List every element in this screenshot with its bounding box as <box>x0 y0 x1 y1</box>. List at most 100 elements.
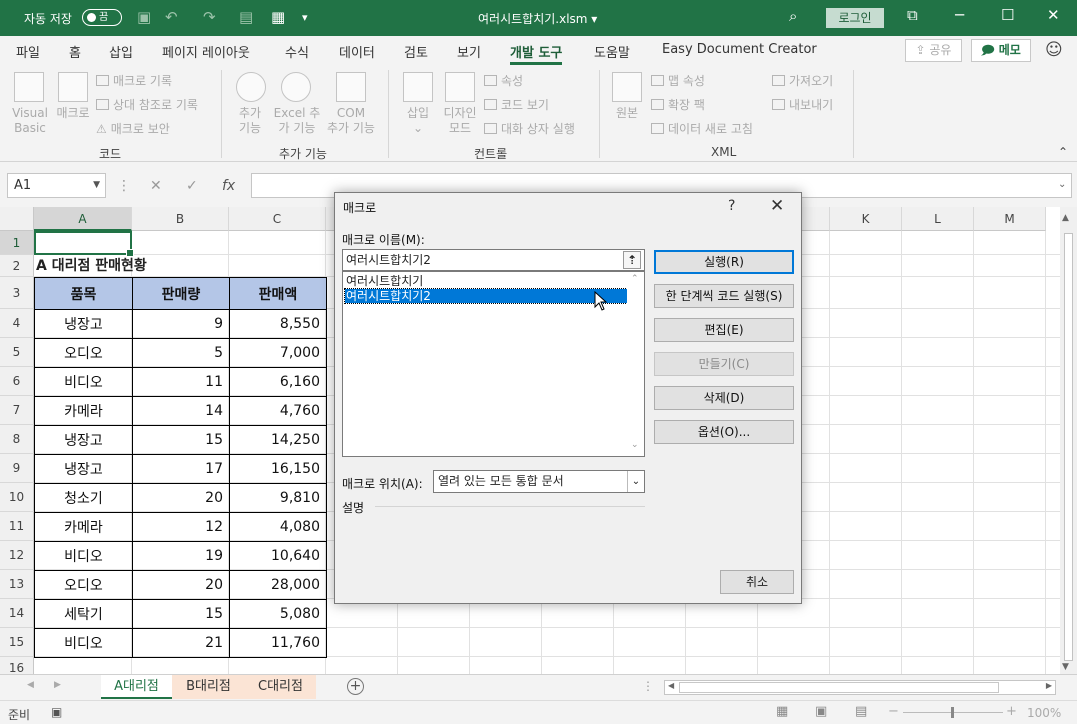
row-header[interactable]: 8 <box>0 425 34 454</box>
column-header[interactable]: M <box>974 207 1046 231</box>
row-header[interactable]: 10 <box>0 483 34 512</box>
row-header[interactable]: 13 <box>0 570 34 599</box>
table-header-cell[interactable]: 품목 <box>34 277 133 310</box>
scroll-thumb[interactable] <box>1064 233 1073 661</box>
tab-formulas[interactable]: 수식 <box>285 42 309 61</box>
table-cell[interactable]: 28,000 <box>229 570 327 600</box>
list-scroll-up-icon[interactable]: ⌃ <box>631 274 639 284</box>
zoom-slider-thumb[interactable] <box>951 707 954 718</box>
zoom-in-icon[interactable]: + <box>1006 704 1017 719</box>
upload-arrow-icon[interactable]: ⇡ <box>623 251 641 269</box>
row-header[interactable]: 16 <box>0 657 34 674</box>
scroll-left-icon[interactable]: ◀ <box>668 681 674 690</box>
tab-developer[interactable]: 개발 도구 <box>510 42 563 65</box>
table-cell[interactable]: 15 <box>132 425 230 455</box>
macro-record-status-icon[interactable]: ▣ <box>51 705 62 719</box>
column-header[interactable]: C <box>229 207 326 231</box>
scroll-right-icon[interactable]: ▶ <box>1046 681 1052 690</box>
login-button[interactable]: 로그인 <box>826 8 884 28</box>
sheet-tab-a[interactable]: A대리점 <box>101 675 172 699</box>
column-header[interactable]: L <box>902 207 974 231</box>
table-cell[interactable]: 9 <box>132 309 230 339</box>
table-header-cell[interactable]: 판매액 <box>229 277 327 310</box>
tab-data[interactable]: 데이터 <box>339 42 375 61</box>
insert-function-icon[interactable]: fx <box>222 178 235 194</box>
options-button[interactable]: 옵션(O)... <box>654 420 794 444</box>
page-break-view-icon[interactable]: ▤ <box>855 704 867 719</box>
minimize-icon[interactable]: ─ <box>955 6 964 24</box>
tab-easy-document-creator[interactable]: Easy Document Creator <box>662 42 817 57</box>
table-cell[interactable]: 비디오 <box>34 367 133 397</box>
customize-qat-icon[interactable]: ▾ <box>302 11 308 24</box>
list-scrollbar[interactable]: ⌃ ⌄ <box>627 272 644 456</box>
table-cell[interactable]: 청소기 <box>34 483 133 513</box>
chevron-down-icon[interactable]: ⌄ <box>627 471 644 492</box>
search-icon[interactable]: ⌕ <box>789 7 797 25</box>
table-cell[interactable]: 4,760 <box>229 396 327 426</box>
tab-review[interactable]: 검토 <box>404 42 428 61</box>
tab-help[interactable]: 도움말 <box>594 42 630 61</box>
table-cell[interactable]: 냉장고 <box>34 425 133 455</box>
table-cell[interactable]: 12 <box>132 512 230 542</box>
next-sheet-icon[interactable]: ▶ <box>54 680 61 690</box>
row-header[interactable]: 9 <box>0 454 34 483</box>
row-header[interactable]: 5 <box>0 338 34 367</box>
maximize-icon[interactable]: ☐ <box>1001 6 1014 24</box>
feedback-smile-icon[interactable]: ☺ <box>1045 40 1063 60</box>
row-header[interactable]: 14 <box>0 599 34 628</box>
export-button[interactable]: 내보내기 <box>772 96 833 113</box>
chevron-down-icon[interactable]: ▼ <box>93 174 100 197</box>
table-cell[interactable]: 6,160 <box>229 367 327 397</box>
table-cell[interactable]: 11,760 <box>229 628 327 658</box>
table-cell[interactable]: 16,150 <box>229 454 327 484</box>
collapse-ribbon-icon[interactable]: ⌃ <box>1058 145 1068 159</box>
cancel-entry-icon[interactable]: ✕ <box>150 178 162 194</box>
memo-button[interactable]: 🗩 메모 <box>971 39 1031 62</box>
table-header-cell[interactable]: 판매량 <box>132 277 230 310</box>
expand-formula-bar-icon[interactable]: ⌄ <box>1058 179 1066 190</box>
h-scroll-thumb[interactable] <box>679 682 999 693</box>
share-button[interactable]: ⇪ 공유 <box>905 39 962 62</box>
tab-split-icon[interactable]: ⋮ <box>642 679 654 693</box>
table-cell[interactable]: 7,000 <box>229 338 327 368</box>
tab-page-layout[interactable]: 페이지 레이아웃 <box>162 42 250 61</box>
table-cell[interactable]: 10,640 <box>229 541 327 571</box>
tab-insert[interactable]: 삽입 <box>109 42 133 61</box>
row-header[interactable]: 7 <box>0 396 34 425</box>
name-box[interactable]: A1 ▼ <box>7 173 106 198</box>
page-layout-view-icon[interactable]: ▣ <box>815 704 827 719</box>
tab-file[interactable]: 파일 <box>16 42 40 61</box>
ribbon-display-icon[interactable]: ⧉ <box>907 6 918 24</box>
run-button[interactable]: 실행(R) <box>654 250 794 274</box>
undo-icon[interactable]: ↶ <box>165 8 178 26</box>
sheet-tab-b[interactable]: B대리점 <box>172 675 245 699</box>
autosave-toggle[interactable]: 끔 <box>82 9 122 26</box>
document-title[interactable]: 여러시트합치기.xlsm ▾ <box>478 10 597 27</box>
table-cell[interactable]: 비디오 <box>34 541 133 571</box>
form-icon[interactable]: ▦ <box>271 8 285 26</box>
edit-button[interactable]: 편집(E) <box>654 318 794 342</box>
create-button[interactable]: 만들기(C) <box>654 352 794 376</box>
active-cell[interactable] <box>34 231 134 257</box>
view-code-button[interactable]: 코드 보기 <box>484 96 549 113</box>
new-sheet-icon[interactable]: ▤ <box>239 8 253 26</box>
table-cell[interactable]: 20 <box>132 570 230 600</box>
table-cell[interactable]: 9,810 <box>229 483 327 513</box>
macros-button[interactable]: 매크로 <box>52 106 94 121</box>
close-icon[interactable]: ✕ <box>1047 6 1060 24</box>
zoom-level[interactable]: 100% <box>1027 706 1061 720</box>
table-cell[interactable]: 냉장고 <box>34 454 133 484</box>
xml-source-button[interactable]: 원본 <box>608 106 646 121</box>
tab-view[interactable]: 보기 <box>457 42 481 61</box>
column-header[interactable]: B <box>132 207 229 231</box>
design-mode-button[interactable]: 디자인 모드 <box>439 106 481 136</box>
table-cell[interactable]: 세탁기 <box>34 599 133 629</box>
table-cell[interactable]: 비디오 <box>34 628 133 658</box>
prev-sheet-icon[interactable]: ◀ <box>27 680 34 690</box>
row-header[interactable]: 12 <box>0 541 34 570</box>
properties-button[interactable]: 속성 <box>484 72 523 89</box>
table-cell[interactable]: 5,080 <box>229 599 327 629</box>
table-cell[interactable]: 오디오 <box>34 338 133 368</box>
zoom-out-icon[interactable]: − <box>888 704 899 719</box>
macro-location-select[interactable]: 열려 있는 모든 통합 문서 ⌄ <box>433 470 645 493</box>
